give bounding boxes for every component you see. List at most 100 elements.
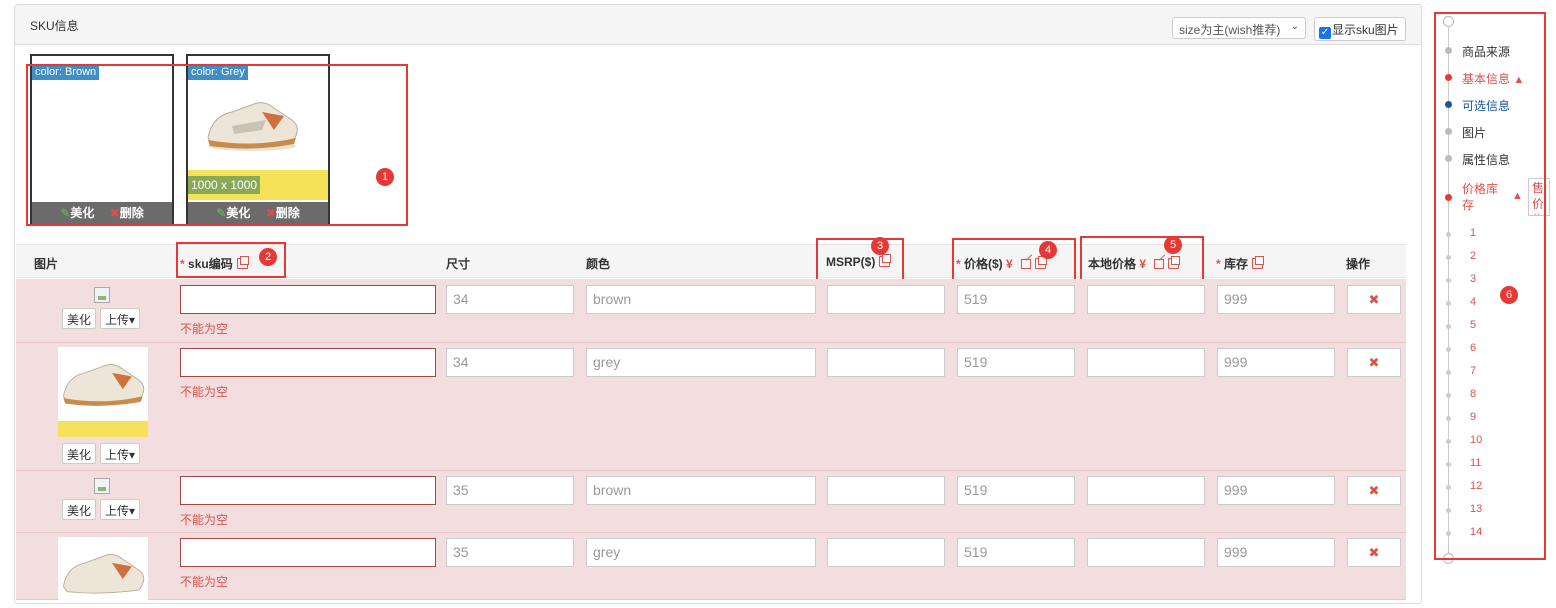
copy-icon[interactable] xyxy=(879,254,892,267)
table-row: 美化 上传▾ 不能为空 35 brown 519 999 ✖ xyxy=(16,471,1406,533)
beautify-button[interactable]: 美化 xyxy=(62,499,97,520)
color-label: color: Grey xyxy=(188,64,248,80)
delete-row-button[interactable]: ✖ xyxy=(1347,538,1401,567)
annotation-number-5: 5 xyxy=(1164,236,1182,254)
msrp-input[interactable] xyxy=(827,538,945,567)
size-input[interactable]: 35 xyxy=(446,476,574,505)
local-price-input[interactable] xyxy=(1087,538,1205,567)
shoe-image xyxy=(62,364,145,406)
color-input[interactable]: grey xyxy=(586,538,816,567)
error-message: 不能为空 xyxy=(180,385,229,399)
stock-input[interactable]: 999 xyxy=(1217,538,1335,567)
checkbox-checked-icon: ✓ xyxy=(1319,27,1331,39)
price-input[interactable]: 519 xyxy=(957,538,1075,567)
color-input[interactable]: grey xyxy=(586,348,816,377)
msrp-input[interactable] xyxy=(827,348,945,377)
copy-icon[interactable] xyxy=(1252,256,1265,269)
stock-input[interactable]: 999 xyxy=(1217,348,1335,377)
sku-code-input[interactable] xyxy=(180,348,436,377)
upload-dropdown-button[interactable]: 上传▾ xyxy=(100,308,141,329)
stock-input[interactable]: 999 xyxy=(1217,285,1335,314)
show-sku-images-checkbox[interactable]: ✓ 显示sku图片 xyxy=(1314,17,1406,41)
col-image: 图片 xyxy=(34,257,59,271)
sku-table-header: 图片 * sku编码 尺寸 颜色 MSRP($) * 价格($) ¥ 本地价格 … xyxy=(16,244,1406,278)
sku-image-card-grey: color: Grey 1000 x 1000 ✎美化 ✖删除 xyxy=(186,54,330,226)
price-input[interactable]: 519 xyxy=(957,348,1075,377)
local-price-input[interactable] xyxy=(1087,348,1205,377)
delete-image-button[interactable]: ✖删除 xyxy=(266,206,300,220)
col-color: 颜色 xyxy=(586,257,611,271)
annotation-box-6 xyxy=(1434,12,1546,560)
col-msrp: MSRP($) xyxy=(826,254,892,269)
close-icon: ✖ xyxy=(109,206,120,220)
table-row: 不能为空 35 grey 519 999 ✖ xyxy=(16,533,1406,600)
sku-code-input[interactable] xyxy=(180,476,436,505)
copy-icon[interactable] xyxy=(1168,256,1181,269)
sku-image-card-brown: color: Brown ✎美化 ✖删除 xyxy=(30,54,174,226)
broken-image-icon xyxy=(94,478,110,494)
panel-title: SKU信息 xyxy=(30,19,79,33)
edit-icon[interactable] xyxy=(1020,259,1031,269)
wand-icon: ✎ xyxy=(216,206,227,220)
sku-thumbnail xyxy=(58,347,148,437)
card-action-bar: ✎美化 ✖删除 xyxy=(188,202,328,224)
beautify-button[interactable]: 美化 xyxy=(62,443,97,464)
shoe-image xyxy=(207,102,298,151)
dimension-badge: 1000 x 1000 xyxy=(188,176,261,194)
annotation-number-3: 3 xyxy=(871,237,889,255)
color-label: color: Brown xyxy=(32,64,100,80)
upload-dropdown-button[interactable]: 上传▾ xyxy=(100,443,141,464)
local-price-input[interactable] xyxy=(1087,285,1205,314)
delete-image-button[interactable]: ✖删除 xyxy=(110,206,144,220)
col-local-price: 本地价格 ¥ xyxy=(1088,255,1181,272)
error-message: 不能为空 xyxy=(180,322,229,336)
col-price: * 价格($) ¥ xyxy=(956,255,1047,272)
copy-icon[interactable] xyxy=(236,256,249,269)
shoe-image xyxy=(62,554,145,594)
col-actions: 操作 xyxy=(1346,257,1371,271)
promo-banner xyxy=(58,421,148,437)
beautify-button[interactable]: ✎美化 xyxy=(60,206,94,220)
card-action-bar: ✎美化 ✖删除 xyxy=(32,202,172,224)
edit-icon[interactable] xyxy=(1154,259,1165,269)
col-sku-code: * sku编码 xyxy=(180,255,249,272)
annotation-number-4: 4 xyxy=(1039,241,1057,259)
delete-row-button[interactable]: ✖ xyxy=(1347,348,1401,377)
broken-image-icon xyxy=(94,287,110,303)
beautify-button[interactable]: 美化 xyxy=(62,308,97,329)
msrp-input[interactable] xyxy=(827,476,945,505)
price-input[interactable]: 519 xyxy=(957,476,1075,505)
sku-code-input[interactable] xyxy=(180,285,436,314)
close-icon: ✖ xyxy=(265,206,276,220)
copy-icon[interactable] xyxy=(1034,256,1047,269)
annotation-number-6: 6 xyxy=(1500,286,1518,304)
size-input[interactable]: 34 xyxy=(446,348,574,377)
stock-input[interactable]: 999 xyxy=(1217,476,1335,505)
annotation-number-1: 1 xyxy=(376,168,394,186)
error-message: 不能为空 xyxy=(180,575,229,589)
price-input[interactable]: 519 xyxy=(957,285,1075,314)
wand-icon: ✎ xyxy=(60,206,71,220)
sku-thumbnail xyxy=(58,537,148,600)
color-input[interactable]: brown xyxy=(586,476,816,505)
col-stock: * 库存 xyxy=(1216,255,1265,272)
local-price-input[interactable] xyxy=(1087,476,1205,505)
col-size: 尺寸 xyxy=(446,257,471,271)
panel-header: SKU信息 size为主(wish推荐) ⌄ ✓ 显示sku图片 xyxy=(15,5,1421,45)
beautify-button[interactable]: ✎美化 xyxy=(216,206,250,220)
delete-row-button[interactable]: ✖ xyxy=(1347,476,1401,505)
size-mode-value: size为主(wish推荐) xyxy=(1179,23,1281,37)
error-message: 不能为空 xyxy=(180,513,229,527)
size-mode-select[interactable]: size为主(wish推荐) ⌄ xyxy=(1172,17,1306,39)
msrp-input[interactable] xyxy=(827,285,945,314)
table-row: 美化 上传▾ 不能为空 34 grey 519 999 ✖ xyxy=(16,343,1406,471)
upload-dropdown-button[interactable]: 上传▾ xyxy=(100,499,141,520)
delete-row-button[interactable]: ✖ xyxy=(1347,285,1401,314)
size-input[interactable]: 34 xyxy=(446,285,574,314)
size-input[interactable]: 35 xyxy=(446,538,574,567)
annotation-number-2: 2 xyxy=(259,248,277,266)
color-input[interactable]: brown xyxy=(586,285,816,314)
sku-code-input[interactable] xyxy=(180,538,436,567)
table-row: 美化 上传▾ 不能为空 34 brown 519 999 ✖ xyxy=(16,279,1406,343)
chevron-down-icon: ⌄ xyxy=(1290,21,1299,32)
